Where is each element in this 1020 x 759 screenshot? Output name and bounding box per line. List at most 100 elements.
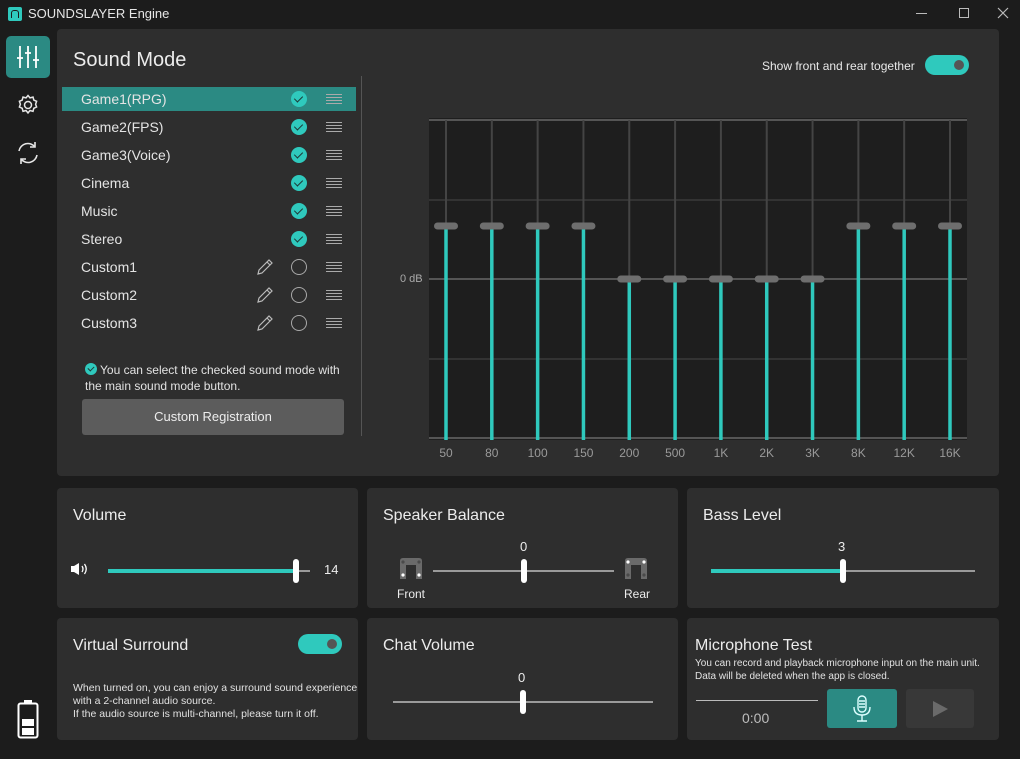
drag-handle-icon[interactable]	[326, 290, 342, 300]
drag-handle-icon[interactable]	[326, 206, 342, 216]
eq-frequency-label: 50	[439, 446, 453, 460]
sound-mode-label: Game3(Voice)	[81, 147, 171, 163]
sound-mode-item[interactable]: Game1(RPG)	[62, 87, 356, 111]
microphone-test-title: Microphone Test	[695, 637, 813, 654]
sidebar-item-sync[interactable]	[6, 132, 50, 174]
eq-band-thumb[interactable]	[892, 222, 917, 230]
sound-mode-label: Cinema	[81, 175, 130, 191]
rear-label: Rear	[624, 587, 651, 601]
check-icon[interactable]	[291, 175, 307, 191]
check-icon[interactable]	[291, 231, 307, 247]
check-icon	[85, 363, 97, 375]
eq-band-thumb[interactable]	[800, 275, 825, 283]
speaker-balance-slider[interactable]	[433, 559, 614, 583]
eq-band-thumb[interactable]	[479, 222, 504, 230]
sound-mode-item[interactable]: Cinema	[62, 171, 356, 195]
eq-band-thumb[interactable]	[663, 275, 688, 283]
eq-band-thumb[interactable]	[708, 275, 733, 283]
rear-speaker-icon	[625, 558, 647, 579]
eq-band-thumb[interactable]	[617, 275, 642, 283]
battery-indicator	[17, 699, 39, 739]
play-button[interactable]	[906, 689, 974, 728]
check-icon[interactable]	[291, 119, 307, 135]
volume-slider[interactable]	[108, 559, 310, 583]
sound-mode-item[interactable]: Game3(Voice)	[62, 143, 356, 167]
eq-band-thumb[interactable]	[525, 222, 550, 230]
virtual-surround-description: When turned on, you can enjoy a surround…	[73, 682, 358, 720]
balance-thumb[interactable]	[520, 559, 527, 583]
record-button[interactable]	[827, 689, 897, 728]
check-icon[interactable]	[291, 203, 307, 219]
drag-handle-icon[interactable]	[326, 94, 342, 104]
eq-frequency-label: 1K	[713, 446, 729, 460]
show-front-rear-toggle[interactable]	[925, 55, 969, 75]
eq-band-slider[interactable]	[617, 120, 642, 440]
eq-band-thumb[interactable]	[571, 222, 596, 230]
recording-progress	[696, 700, 818, 701]
eq-band-slider[interactable]	[663, 120, 688, 440]
drag-handle-icon[interactable]	[326, 178, 342, 188]
unchecked-circle-icon[interactable]	[291, 315, 307, 331]
sound-mode-label: Game2(FPS)	[81, 119, 164, 135]
bass-level-slider[interactable]	[711, 559, 975, 583]
eq-frequency-label: 2K	[759, 446, 775, 460]
check-icon[interactable]	[291, 147, 307, 163]
drag-handle-icon[interactable]	[326, 234, 342, 244]
show-front-rear-label: Show front and rear together	[762, 59, 915, 73]
drag-handle-icon[interactable]	[326, 150, 342, 160]
sound-mode-item[interactable]: Custom3	[62, 311, 356, 335]
check-icon[interactable]	[291, 91, 307, 107]
minimize-button[interactable]	[906, 2, 936, 24]
chat-thumb[interactable]	[520, 690, 526, 714]
bass-thumb[interactable]	[840, 559, 846, 583]
sound-mode-item[interactable]: Custom2	[62, 283, 356, 307]
bass-fill	[711, 569, 843, 573]
custom-registration-button[interactable]: Custom Registration	[82, 399, 344, 435]
sound-mode-item[interactable]: Custom1	[62, 255, 356, 279]
pencil-icon[interactable]	[256, 258, 274, 276]
title-bar: SOUNDSLAYER Engine	[0, 0, 1020, 28]
drag-handle-icon[interactable]	[326, 318, 342, 328]
sound-mode-hint: You can select the checked sound mode wi…	[85, 363, 340, 393]
unchecked-circle-icon[interactable]	[291, 287, 307, 303]
chat-volume-slider[interactable]	[393, 690, 653, 714]
maximize-icon	[959, 8, 969, 18]
eq-band-thumb[interactable]	[938, 222, 962, 230]
chat-volume-value: 0	[518, 670, 526, 685]
sidebar-item-settings[interactable]	[6, 84, 50, 126]
drag-handle-icon[interactable]	[326, 122, 342, 132]
eq-band-thumb[interactable]	[754, 275, 779, 283]
eq-band-thumb[interactable]	[434, 222, 458, 230]
virtual-surround-toggle[interactable]	[298, 634, 342, 654]
eq-frequency-label: 12K	[893, 446, 915, 460]
maximize-button[interactable]	[949, 2, 979, 24]
eq-band-slider[interactable]	[800, 120, 825, 440]
eq-frequency-label: 8K	[851, 446, 866, 460]
recording-time: 0:00	[742, 710, 770, 726]
eq-frequency-label: 100	[527, 446, 548, 460]
sidebar-item-equalizer[interactable]	[6, 36, 50, 78]
sound-mode-title: Sound Mode	[73, 49, 187, 71]
toggle-knob	[954, 60, 964, 70]
close-button[interactable]	[988, 2, 1018, 24]
microphone-test-description: You can record and playback microphone i…	[695, 658, 980, 682]
volume-title: Volume	[73, 507, 127, 524]
refresh-icon	[18, 142, 38, 164]
sound-mode-item[interactable]: Stereo	[62, 227, 356, 251]
eq-band-slider[interactable]	[708, 120, 733, 440]
eq-frequency-label: 200	[619, 446, 640, 460]
pencil-icon[interactable]	[256, 314, 274, 332]
eq-band-slider[interactable]	[754, 120, 779, 440]
chat-volume-title: Chat Volume	[383, 637, 475, 654]
sound-mode-item[interactable]: Music	[62, 199, 356, 223]
unchecked-circle-icon[interactable]	[291, 259, 307, 275]
close-icon	[997, 7, 1009, 19]
front-speaker-icon	[400, 558, 422, 579]
volume-thumb[interactable]	[292, 559, 299, 583]
drag-handle-icon[interactable]	[326, 262, 342, 272]
pencil-icon[interactable]	[256, 286, 274, 304]
speaker-icon[interactable]	[70, 562, 90, 576]
eq-band-thumb[interactable]	[846, 222, 871, 230]
volume-panel	[57, 488, 358, 608]
sound-mode-item[interactable]: Game2(FPS)	[62, 115, 356, 139]
